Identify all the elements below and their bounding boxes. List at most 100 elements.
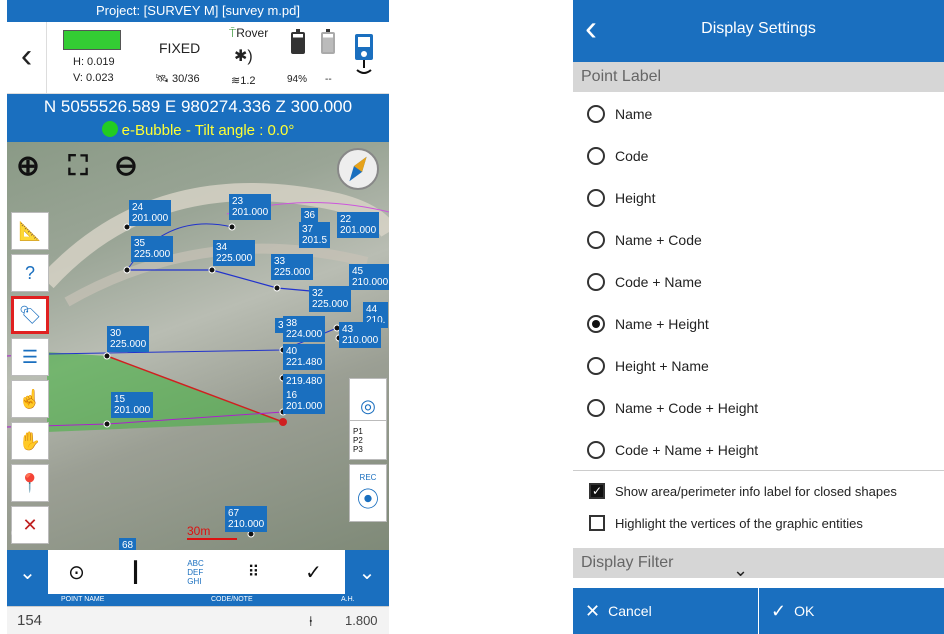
checkbox-highlight-vertices[interactable]: Highlight the vertices of the graphic en… [573,510,944,536]
display-settings-screen: ‹ Display Settings Point Label Name Code H… [573,0,944,634]
expand-chevron-icon[interactable]: ⌄ [345,550,389,594]
scroll-down-chevrons-icon[interactable]: ⌄ [733,560,748,581]
radio-unselected-icon[interactable] [587,231,605,249]
radio-option[interactable]: Code + Name + Height [573,429,944,471]
radio-option-label: Name + Code + Height [615,400,759,416]
survey-device-icon[interactable] [347,32,381,76]
rover-mode: ⍑Rover [229,26,268,41]
back-button[interactable]: ‹ [7,22,47,94]
point-label[interactable]: 33 225.000 [271,254,314,280]
section-display-filter: Display Filter [573,548,944,578]
collapse-chevron-icon[interactable]: ⌄ [7,550,49,594]
radio-unselected-icon[interactable] [587,441,605,459]
battery-icon [291,29,305,54]
point-mode-icon[interactable]: ⊙ [49,550,105,594]
battery-2-level: -- [325,74,332,85]
stakeout-pointer-icon[interactable]: ☝ [11,380,49,418]
radio-option-label: Name + Height [615,316,709,332]
radio-option[interactable]: Name + Code + Height [573,387,944,429]
point-label-settings-icon[interactable]: 🏷 [11,296,49,334]
point-name-header: POINT NAME [61,596,105,603]
checkbox-label: Highlight the vertices of the graphic en… [615,515,863,531]
point-label[interactable]: 22 201.000 [337,212,380,238]
radio-option-label: Code + Name [615,274,702,290]
point-label[interactable]: 15 201.000 [111,392,154,418]
zoom-out-button[interactable]: ⊖ [109,150,143,184]
numeric-keypad-icon[interactable]: ⠿ [225,550,283,594]
point-label[interactable]: 23 201.000 [229,194,272,220]
point-label[interactable]: 16 201.000 [283,388,326,414]
radio-unselected-icon[interactable] [587,147,605,165]
e-bubble-status: e-Bubble - Tilt angle : 0.0° [7,120,389,142]
point-label[interactable]: 24 201.000 [129,200,172,226]
point-label[interactable]: 45 210.000 [349,264,389,290]
layers-settings-icon[interactable]: ☰ [11,338,49,376]
bubble-dot-icon [101,121,118,137]
radio-option[interactable]: Name + Height [573,303,944,345]
query-tool-icon[interactable]: ? [11,254,49,292]
point-label[interactable]: 219.480 [283,374,326,389]
google-attribution: gle [11,522,36,542]
checkbox-label: Show area/perimeter info label for close… [615,483,897,499]
radio-option[interactable]: Height + Name [573,345,944,387]
point-label[interactable]: 32 225.000 [309,286,352,312]
add-point-hand-icon[interactable]: ✋ [11,422,49,460]
ok-button[interactable]: ✓ OK [759,588,944,634]
ok-label: OK [794,603,815,619]
point-label[interactable]: 38 224.000 [283,316,326,342]
record-point-button[interactable]: REC ⦿ [349,464,387,522]
point-label[interactable]: 43 210.000 [339,322,382,348]
keyboard-abc-button[interactable]: ABC DEF GHI [167,550,225,594]
scale-bar: 30m [187,524,237,540]
radio-option[interactable]: Code [573,135,944,177]
radio-option[interactable]: Name [573,93,944,135]
map-pin-icon[interactable]: 📍 [11,464,49,502]
h-accuracy: H: 0.019 [73,56,115,68]
code-list-tool[interactable]: P1 P2 P3 [349,420,387,460]
point-label[interactable]: 35 225.000 [131,236,174,262]
p2-label: P2 [353,435,363,445]
radio-unselected-icon[interactable] [587,273,605,291]
satellite-count: 🛰 30/36 [155,72,200,85]
height-pole-icon: ⍿ [309,613,313,629]
battery-level: 94% [287,74,308,85]
cancel-button[interactable]: ✕ Cancel [573,588,759,634]
point-label[interactable]: 36 [301,208,319,223]
radio-unselected-icon[interactable] [587,357,605,375]
pole-icon[interactable]: ┃ [105,550,167,594]
point-label[interactable]: 40 221.480 [283,344,326,370]
code-note-field[interactable] [157,607,297,634]
point-label[interactable]: 37 201.5 [299,222,331,248]
radio-unselected-icon[interactable] [587,105,605,123]
point-label[interactable]: 68 [119,538,137,550]
checkbox-area-perimeter[interactable]: ✓ Show area/perimeter info label for clo… [573,478,944,504]
zoom-in-button[interactable]: ⊕ [11,150,45,184]
checkbox-checked-icon[interactable]: ✓ [589,483,605,499]
radio-unselected-icon[interactable] [587,189,605,207]
radio-option[interactable]: Height [573,177,944,219]
rover-text: Rover [236,26,269,40]
divider [573,470,944,471]
point-entry-row: 154 ⍿ 1.800 [7,606,389,634]
zoom-extent-button[interactable]: ⛶ [61,150,95,184]
signal-icon: ≋ [231,75,241,87]
polyline-check-icon[interactable]: ✓ [283,550,345,594]
fix-status-indicator [63,30,121,50]
point-label[interactable]: 34 225.000 [213,240,256,266]
radio-unselected-icon[interactable] [587,399,605,417]
settings-header: ‹ Display Settings [573,0,944,62]
map-view[interactable]: ⊕ ⛶ ⊖ 📐 ? 🏷 ☰ ☝ ✋ 📍 ✕ ◎ P1 P2 P3 REC ⦿ 2… [7,142,389,550]
radio-option[interactable]: Code + Name [573,261,944,303]
check-icon: ✓ [771,600,787,621]
radio-option[interactable]: Name + Code [573,219,944,261]
field-headers: POINT NAME CODE/NOTE A.H. [7,594,389,606]
compass-icon[interactable] [337,148,379,190]
measure-tool-icon[interactable]: 📐 [11,212,49,250]
checkbox-unchecked-icon[interactable] [589,515,605,531]
point-label[interactable]: 30 225.000 [107,326,150,352]
radio-selected-icon[interactable] [587,315,605,333]
p1-label: P1 [353,426,363,436]
code-note-header: CODE/NOTE [211,596,253,603]
point-name-field[interactable]: 154 [17,607,42,634]
antenna-height-field[interactable]: 1.800 [345,607,378,634]
